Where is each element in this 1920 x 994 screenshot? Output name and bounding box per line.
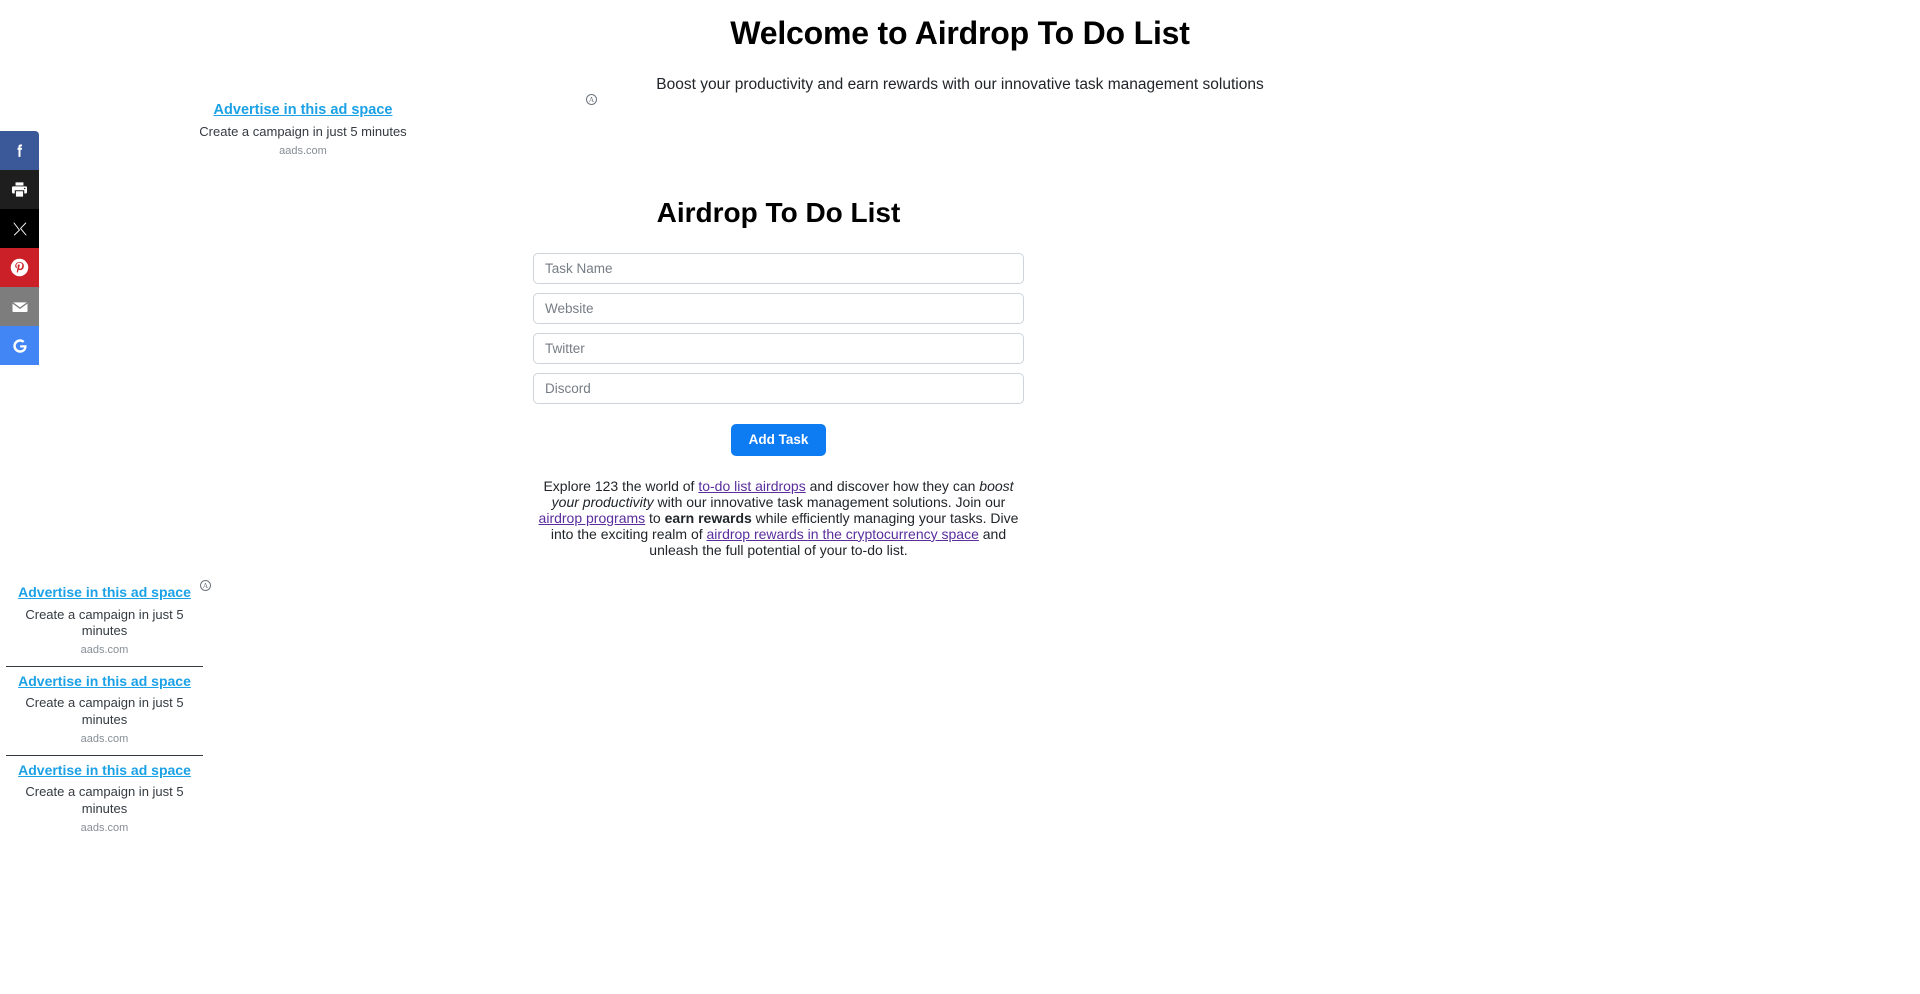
ad-source: aads.com [279, 144, 327, 157]
seo-strong-earn-rewards: earn rewards [664, 509, 752, 526]
share-button-facebook[interactable] [0, 131, 39, 170]
ad-description: Create a campaign in just 5 minutes [199, 124, 407, 140]
facebook-icon [11, 142, 28, 159]
ad-source: aads.com [80, 643, 129, 656]
ad-block-top: Advertise in this ad space Create a camp… [153, 101, 453, 158]
share-button-print[interactable] [0, 170, 39, 209]
website-input[interactable] [533, 293, 1024, 324]
ad-info-badge-icon[interactable]: A [586, 94, 597, 105]
ad-title-link[interactable]: Advertise in this ad space [6, 762, 203, 780]
discord-input[interactable] [533, 373, 1024, 404]
ad-block-rail-2: Advertise in this ad space Create a camp… [6, 667, 203, 755]
x-twitter-icon [12, 221, 28, 237]
share-button-x[interactable] [0, 209, 39, 248]
task-name-input[interactable] [533, 253, 1024, 284]
seo-text-3: with our innovative task management solu… [653, 493, 1006, 510]
hero-section: Welcome to Airdrop To Do List Boost your… [0, 0, 1920, 94]
seo-paragraph: Explore 123 the world of to-do list aird… [533, 478, 1024, 558]
share-button-pinterest[interactable] [0, 248, 39, 287]
ad-info-badge-icon[interactable]: A [200, 580, 211, 591]
share-button-email[interactable] [0, 287, 39, 326]
ad-title-link[interactable]: Advertise in this ad space [6, 673, 203, 691]
social-share-rail [0, 131, 39, 365]
seo-link-airdrop-rewards-crypto[interactable]: airdrop rewards in the cryptocurrency sp… [707, 526, 979, 542]
ad-block-rail-1: Advertise in this ad space Create a camp… [6, 578, 203, 666]
google-icon [11, 337, 29, 355]
page-root: Welcome to Airdrop To Do List Boost your… [0, 0, 1920, 994]
add-task-button[interactable]: Add Task [730, 424, 827, 456]
ad-source: aads.com [80, 732, 129, 745]
email-icon [10, 297, 30, 317]
ad-description: Create a campaign in just 5 minutes [25, 784, 184, 816]
seo-text-1: Explore 123 the world of [543, 477, 699, 494]
ad-title-link[interactable]: Advertise in this ad space [153, 101, 453, 119]
seo-text-2: and discover how they can [805, 477, 980, 494]
ad-rail: A Advertise in this ad space Create a ca… [6, 578, 211, 844]
seo-link-airdrop-programs[interactable]: airdrop programs [539, 510, 646, 526]
twitter-input[interactable] [533, 333, 1024, 364]
ad-source: aads.com [80, 821, 129, 834]
todo-title: Airdrop To Do List [656, 197, 901, 228]
ad-title-link[interactable]: Advertise in this ad space [6, 584, 203, 602]
printer-icon [10, 180, 29, 199]
seo-text-4: to [645, 509, 665, 526]
seo-link-todo-list-airdrops[interactable]: to-do list airdrops [698, 478, 805, 494]
ad-description: Create a campaign in just 5 minutes [25, 695, 184, 728]
pinterest-icon [9, 257, 30, 278]
ad-block-rail-3: Advertise in this ad space Create a camp… [6, 756, 203, 844]
page-subtitle: Boost your productivity and earn rewards… [656, 76, 1264, 94]
ad-description: Create a campaign in just 5 minutes [25, 606, 184, 639]
page-title: Welcome to Airdrop To Do List [730, 15, 1190, 51]
share-button-google[interactable] [0, 326, 39, 365]
todo-card: Airdrop To Do List Add Task Explore 123 … [533, 195, 1024, 558]
